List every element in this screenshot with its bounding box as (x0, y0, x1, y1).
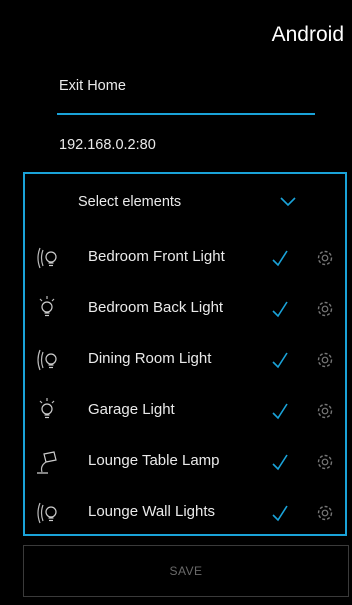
gear-icon[interactable] (315, 248, 335, 268)
top-bar: Android (0, 0, 352, 50)
name-field-underline (57, 113, 315, 115)
gear-icon[interactable] (315, 299, 335, 319)
bulb-icon (39, 296, 55, 317)
list-item[interactable]: Bedroom Back Light (25, 291, 345, 341)
address-field[interactable]: 192.168.0.2:80 (59, 137, 156, 153)
item-label: Dining Room Light (88, 350, 212, 367)
gear-icon[interactable] (315, 452, 335, 472)
bulb-icon (37, 349, 57, 371)
gear-icon[interactable] (315, 350, 335, 370)
check-icon[interactable] (271, 299, 289, 319)
item-label: Bedroom Back Light (88, 299, 224, 316)
bulb-icon (37, 502, 57, 524)
check-icon[interactable] (271, 350, 289, 370)
item-label: Garage Light (88, 401, 175, 418)
item-label: Lounge Table Lamp (88, 452, 220, 469)
bulb-icon (39, 398, 55, 419)
list-item[interactable]: Lounge Wall Lights (25, 495, 345, 545)
table-lamp-icon (37, 451, 57, 474)
check-icon[interactable] (271, 401, 289, 421)
list-item[interactable]: Bedroom Front Light (25, 240, 345, 290)
item-label: Lounge Wall Lights (88, 503, 216, 520)
gear-icon[interactable] (315, 503, 335, 523)
save-button[interactable]: SAVE (23, 545, 349, 597)
list-item[interactable]: Lounge Table Lamp (25, 444, 345, 494)
select-elements-label: Select elements (78, 194, 182, 210)
chevron-down-icon[interactable] (279, 196, 297, 208)
bulb-icon (37, 247, 57, 269)
item-label: Bedroom Front Light (88, 248, 225, 265)
gear-icon[interactable] (315, 401, 335, 421)
os-label: Android (269, 22, 346, 48)
check-icon[interactable] (271, 248, 289, 268)
name-field[interactable]: Exit Home (59, 78, 126, 94)
list-item[interactable]: Garage Light (25, 393, 345, 443)
check-icon[interactable] (271, 452, 289, 472)
check-icon[interactable] (271, 503, 289, 523)
list-item[interactable]: Dining Room Light (25, 342, 345, 392)
elements-panel: Select elements Bedroom Front Light Bedr… (23, 172, 347, 536)
